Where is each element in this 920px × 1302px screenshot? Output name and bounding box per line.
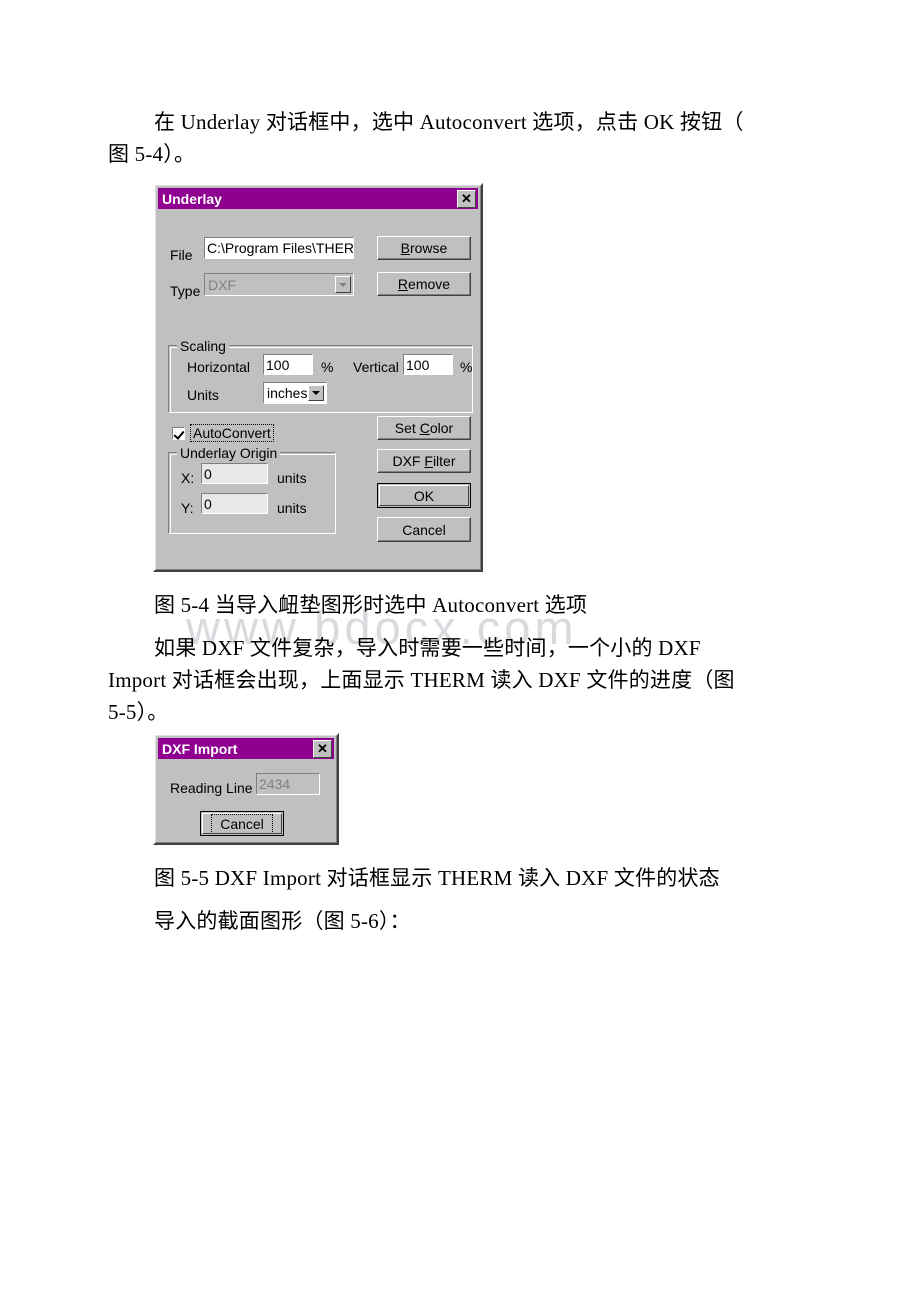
dialog-inner-frame: Underlay ✕ File C:\Program Files\THER Br…: [155, 185, 481, 570]
chevron-down-icon[interactable]: [308, 385, 324, 401]
document-page: 在 Underlay 对话框中，选中 Autoconvert 选项，点击 OK …: [0, 0, 920, 1302]
remove-button[interactable]: Remove: [377, 272, 471, 296]
vertical-unit: %: [460, 359, 473, 375]
reading-line-label: Reading Line: [170, 780, 253, 796]
dxf-cancel-button[interactable]: Cancel: [200, 811, 284, 836]
paragraph-intro: 在 Underlay 对话框中，选中 Autoconvert 选项，点击 OK …: [108, 106, 808, 170]
horizontal-unit: %: [321, 359, 334, 375]
dxf-import-titlebar[interactable]: DXF Import ✕: [158, 738, 334, 759]
type-combo-value: DXF: [208, 276, 236, 293]
dxf-dialog-frame: DXF Import ✕ Reading Line 2434 Cancel: [153, 733, 339, 845]
reading-line-value: 2434: [256, 773, 320, 795]
paragraph-section-figure: 导入的截面图形（图 5-6）：: [108, 905, 828, 937]
dxf-dialog-inner-frame: DXF Import ✕ Reading Line 2434 Cancel: [155, 735, 337, 843]
set-color-button-label: Set Color: [394, 420, 454, 436]
vertical-label: Vertical: [353, 359, 399, 375]
origin-y-label: Y:: [181, 500, 194, 516]
underlay-origin-group-title: Underlay Origin: [177, 445, 281, 461]
paragraph-line: Import 对话框会出现，上面显示 THERM 读入 DXF 文件的进度（图: [108, 668, 735, 692]
dxf-cancel-button-label: Cancel: [211, 813, 273, 834]
underlay-body: File C:\Program Files\THER Browse Type D…: [158, 209, 478, 567]
paragraph-line: 导入的截面图形（图 5-6）：: [154, 909, 411, 933]
dxf-import-dialog[interactable]: DXF Import ✕ Reading Line 2434 Cancel: [153, 733, 339, 845]
ok-button[interactable]: OK: [377, 483, 471, 508]
units-combo-value: inches: [267, 385, 308, 401]
dxf-import-body: Reading Line 2434 Cancel: [158, 759, 334, 840]
type-combo[interactable]: DXF: [204, 273, 354, 296]
autoconvert-checkbox-row[interactable]: AutoConvert: [172, 424, 274, 442]
vertical-input[interactable]: 100: [403, 354, 453, 375]
cancel-button[interactable]: Cancel: [377, 517, 471, 542]
dxf-filter-button-label: DXF Filter: [392, 453, 456, 469]
paragraph-line: 5-5）。: [108, 700, 169, 724]
chevron-down-icon[interactable]: [335, 276, 351, 293]
units-combo[interactable]: inches: [263, 382, 327, 404]
underlay-dialog[interactable]: Underlay ✕ File C:\Program Files\THER Br…: [153, 183, 483, 572]
origin-x-unit: units: [277, 470, 307, 486]
figure-caption-5-5: 图 5-5 DXF Import 对话框显示 THERM 读入 DXF 文件的状…: [154, 866, 720, 890]
paragraph-line: 在 Underlay 对话框中，选中 Autoconvert 选项，点击 OK …: [154, 110, 744, 134]
dialog-frame: Underlay ✕ File C:\Program Files\THER Br…: [153, 183, 483, 572]
scaling-group-title: Scaling: [177, 338, 229, 354]
paragraph-dxf-import: 如果 DXF 文件复杂，导入时需要一些时间，一个小的 DXF Import 对话…: [108, 632, 828, 728]
paragraph-line: 图 5-4）。: [108, 142, 196, 166]
scaling-group: Scaling Horizontal 100 % Vertical 100 % …: [168, 338, 473, 413]
underlay-title: Underlay: [162, 190, 222, 207]
origin-x-input[interactable]: 0: [201, 463, 268, 484]
horizontal-label: Horizontal: [187, 359, 251, 375]
autoconvert-label: AutoConvert: [190, 424, 274, 442]
browse-button-label: Browse: [400, 240, 448, 256]
remove-button-label: Remove: [397, 276, 451, 292]
file-label: File: [170, 247, 193, 263]
dxf-filter-button[interactable]: DXF Filter: [377, 449, 471, 473]
underlay-origin-group: Underlay Origin X: 0 units Y: 0 units: [168, 445, 336, 534]
browse-button[interactable]: Browse: [377, 236, 471, 260]
underlay-titlebar[interactable]: Underlay ✕: [158, 188, 478, 209]
dxf-import-title: DXF Import: [162, 740, 238, 757]
close-icon[interactable]: ✕: [457, 189, 476, 208]
horizontal-input[interactable]: 100: [263, 354, 313, 375]
origin-x-label: X:: [181, 470, 195, 486]
close-icon[interactable]: ✕: [313, 739, 332, 758]
origin-y-input[interactable]: 0: [201, 493, 268, 514]
paragraph-line: 如果 DXF 文件复杂，导入时需要一些时间，一个小的 DXF: [154, 636, 701, 660]
cancel-button-label: Cancel: [402, 521, 446, 538]
figure-caption-5-4: 图 5-4 当导入衄垫图形时选中 Autoconvert 选项: [154, 593, 588, 617]
type-label: Type: [170, 283, 201, 299]
units-label: Units: [187, 387, 219, 403]
set-color-button[interactable]: Set Color: [377, 416, 471, 440]
origin-y-unit: units: [277, 500, 307, 516]
autoconvert-checkbox[interactable]: [172, 426, 185, 440]
file-input[interactable]: C:\Program Files\THER: [204, 237, 354, 259]
ok-button-label: OK: [413, 487, 435, 504]
